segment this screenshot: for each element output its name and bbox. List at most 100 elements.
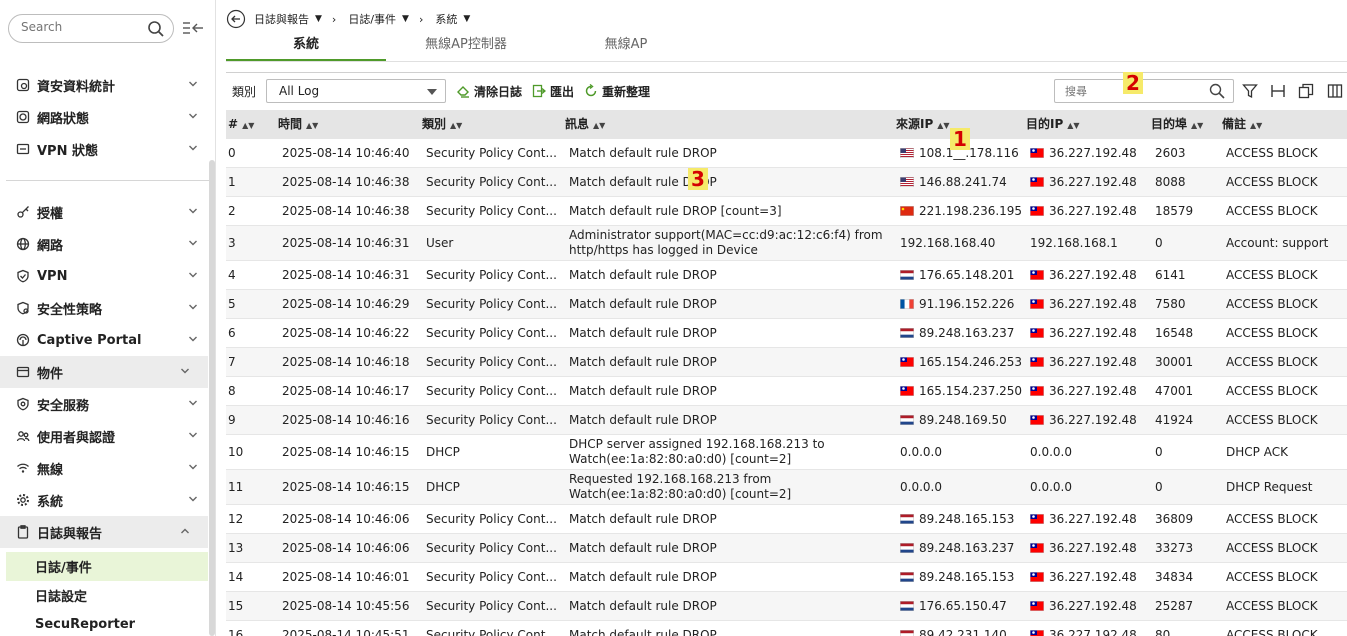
sidebar-item[interactable]: 資安資料統計 [0, 69, 216, 101]
sidebar-search-input[interactable] [21, 20, 141, 34]
table-row[interactable]: 10 2025-08-14 10:46:15 DHCP DHCP server ass… [226, 435, 1347, 470]
tab-wireless-ap[interactable]: 無線AP [546, 36, 706, 62]
sidebar-item[interactable]: 系統 [0, 484, 216, 516]
sidebar-item[interactable]: Captive Portal [0, 324, 216, 356]
table-row[interactable]: 0 2025-08-14 10:46:40 Security Policy Cont… [226, 139, 1347, 168]
chevron-down-icon[interactable] [188, 335, 198, 343]
column-header[interactable]: # ▲▼ [228, 110, 254, 139]
cell-text: Match default rule DROP [569, 146, 717, 160]
sidebar-subitem[interactable]: 日誌設定 [0, 581, 216, 610]
table-row[interactable]: 9 2025-08-14 10:46:16 Security Policy Cont… [226, 406, 1347, 435]
filter-icon[interactable] [1242, 83, 1258, 99]
sidebar-item[interactable]: 日誌與報告 [0, 516, 208, 548]
sidebar-item[interactable]: 授權 [0, 196, 216, 228]
table-row[interactable]: 7 2025-08-14 10:46:18 Security Policy Cont… [226, 348, 1347, 377]
chevron-down-icon[interactable] [188, 112, 198, 120]
refresh-button[interactable]: 重新整理 [584, 83, 650, 100]
sort-icon[interactable]: ▲▼ [937, 121, 949, 130]
sort-icon[interactable]: ▲▼ [306, 121, 318, 130]
chevron-down-icon[interactable] [188, 303, 198, 311]
export-button[interactable]: 匯出 [532, 83, 574, 100]
column-header[interactable]: 訊息 ▲▼ [565, 110, 605, 139]
chevron-down-icon[interactable]: ▼ [463, 14, 470, 24]
sidebar-item[interactable]: VPN 狀態 [0, 133, 216, 165]
clear-log-button[interactable]: 清除日誌 [456, 83, 522, 100]
table-row[interactable]: 16 2025-08-14 10:45:51 Security Policy Con… [226, 621, 1347, 636]
sidebar-item[interactable]: 安全服務 [0, 388, 216, 420]
sidebar-item[interactable]: 網路 [0, 228, 216, 260]
sidebar-scrollbar[interactable] [209, 160, 215, 636]
column-header[interactable]: 時間 ▲▼ [278, 110, 318, 139]
search-icon[interactable] [1209, 83, 1225, 99]
chevron-down-icon[interactable]: ▼ [315, 14, 322, 24]
chevron-down-icon[interactable] [188, 239, 198, 247]
cell-text: 12 [228, 512, 244, 526]
sidebar-item[interactable]: VPN [0, 260, 216, 292]
sidebar-item[interactable]: 網路狀態 [0, 101, 216, 133]
table-row[interactable]: 12 2025-08-14 10:46:06 Security Policy Con… [226, 505, 1347, 534]
sort-icon[interactable]: ▲▼ [593, 121, 605, 130]
chevron-down-icon[interactable] [188, 463, 198, 471]
chevron-down-icon[interactable] [188, 431, 198, 439]
sort-icon[interactable]: ▲▼ [1191, 121, 1203, 130]
breadcrumb-item[interactable]: 日誌與報告 [254, 11, 309, 27]
sidebar-subitem[interactable]: 日誌/事件 [6, 552, 208, 581]
table-cell-msg: DHCP server assigned 192.168.168.213 to … [569, 435, 901, 469]
category-select[interactable]: All Log [266, 79, 447, 103]
table-row[interactable]: 1 2025-08-14 10:46:38 Security Policy Cont… [226, 168, 1347, 197]
sidebar-item[interactable]: 無線 [0, 452, 216, 484]
table-cell-port: 47001 [1155, 377, 1225, 405]
column-header[interactable]: 來源IP ▲▼ [896, 110, 950, 139]
table-row[interactable]: 3 2025-08-14 10:46:31 User Administrator su… [226, 226, 1347, 261]
sidebar-item-label: VPN [37, 268, 68, 284]
sidebar-item[interactable]: 安全性策略 [0, 292, 216, 324]
column-header[interactable]: 備註 ▲▼ [1222, 110, 1262, 139]
column-header[interactable]: 目的IP ▲▼ [1026, 110, 1080, 139]
column-header[interactable]: 目的埠 ▲▼ [1151, 110, 1203, 139]
table-row[interactable]: 8 2025-08-14 10:46:17 Security Policy Cont… [226, 377, 1347, 406]
column-header[interactable]: 類別 ▲▼ [422, 110, 462, 139]
sidebar-subitem[interactable]: SecuReporter [0, 610, 216, 636]
tab-system[interactable]: 系統 [226, 36, 386, 62]
tab-ap-controller[interactable]: 無線AP控制器 [386, 36, 546, 62]
columns-icon[interactable] [1327, 83, 1343, 99]
table-row[interactable]: 11 2025-08-14 10:46:15 DHCP Requested 192.1… [226, 470, 1347, 505]
column-header-label: 目的IP [1026, 117, 1064, 131]
table-row[interactable]: 6 2025-08-14 10:46:22 Security Policy Cont… [226, 319, 1347, 348]
chevron-down-icon[interactable] [188, 144, 198, 152]
collapse-sidebar-icon[interactable] [182, 20, 204, 36]
column-width-icon[interactable] [1270, 83, 1286, 99]
table-row[interactable]: 15 2025-08-14 10:45:56 Security Policy Con… [226, 592, 1347, 621]
chevron-down-icon[interactable] [188, 207, 198, 215]
sort-icon[interactable]: ▲▼ [450, 121, 462, 130]
chevron-down-icon[interactable] [188, 399, 198, 407]
chevron-down-icon[interactable] [188, 495, 198, 503]
sidebar-item-label: 網路 [37, 238, 64, 254]
flag-icon [900, 386, 914, 396]
table-row[interactable]: 14 2025-08-14 10:46:01 Security Policy Con… [226, 563, 1347, 592]
sort-icon[interactable]: ▲▼ [242, 121, 254, 130]
sort-icon[interactable]: ▲▼ [1067, 121, 1079, 130]
sidebar-search[interactable] [8, 14, 174, 43]
sidebar-item-label: 使用者與認證 [37, 430, 116, 446]
sidebar-item[interactable]: 使用者與認證 [0, 420, 216, 452]
back-arrow-icon[interactable] [226, 9, 246, 29]
table-row[interactable]: 5 2025-08-14 10:46:29 Security Policy Cont… [226, 290, 1347, 319]
chevron-down-icon[interactable] [188, 80, 198, 88]
chevron-down-icon[interactable] [180, 367, 190, 375]
table-row[interactable]: 13 2025-08-14 10:46:06 Security Policy Con… [226, 534, 1347, 563]
table-cell-id: 11 [228, 470, 270, 504]
breadcrumb-item[interactable]: 系統 [435, 11, 457, 27]
log-search[interactable] [1054, 79, 1234, 103]
sort-icon[interactable]: ▲▼ [1250, 121, 1262, 130]
chevron-down-icon[interactable] [188, 271, 198, 279]
chevron-down-icon[interactable]: ▼ [402, 14, 409, 24]
search-icon[interactable] [147, 20, 165, 38]
table-cell-dst: 36.227.192.48 [1030, 348, 1154, 376]
breadcrumb-item[interactable]: 日誌/事件 [348, 11, 396, 27]
chevron-up-icon[interactable] [180, 527, 190, 535]
sidebar-item[interactable]: 物件 [0, 356, 208, 388]
copy-icon[interactable] [1298, 83, 1314, 99]
table-row[interactable]: 4 2025-08-14 10:46:31 Security Policy Cont… [226, 261, 1347, 290]
table-row[interactable]: 2 2025-08-14 10:46:38 Security Policy Cont… [226, 197, 1347, 226]
